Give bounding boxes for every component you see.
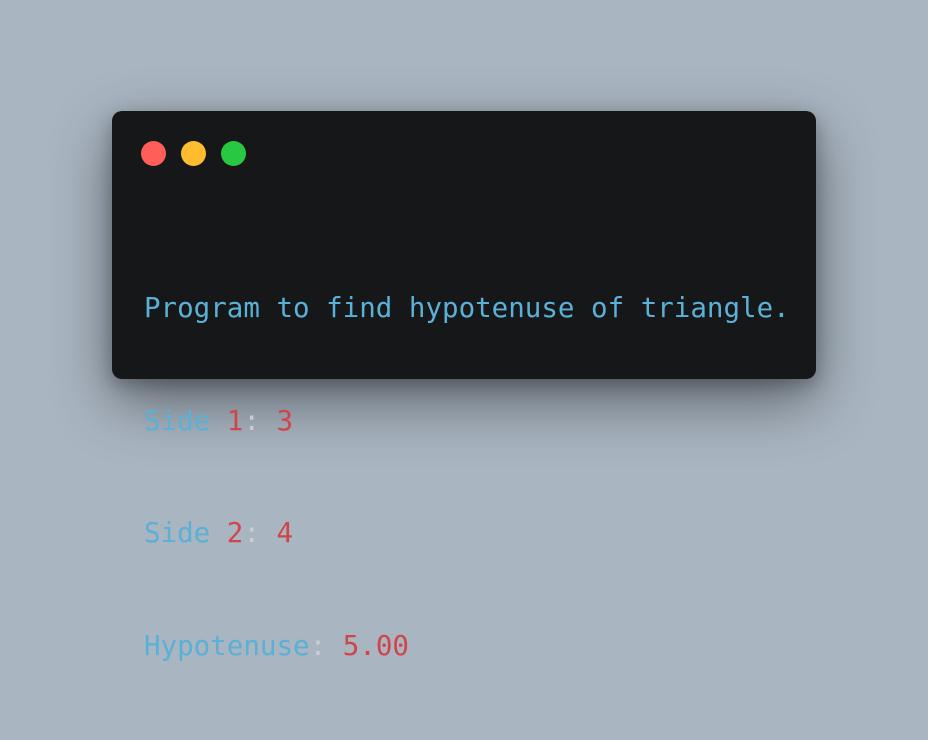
hypotenuse-label: Hypotenuse xyxy=(144,629,310,662)
minimize-button[interactable] xyxy=(181,141,206,166)
side-label: Side xyxy=(144,404,227,437)
side-label: Side xyxy=(144,517,227,549)
output-line-side-1: Side 1: 3 xyxy=(144,403,790,441)
separator: : xyxy=(243,517,277,549)
terminal-output: Program to find hypotenuse of triangle. … xyxy=(144,215,790,740)
output-line-hypotenuse: Hypotenuse: 5.00 xyxy=(144,628,790,666)
separator: : xyxy=(243,404,277,437)
side-index: 2 xyxy=(226,517,244,549)
window-controls xyxy=(141,141,246,166)
title-text: Program to find hypotenuse of triangle. xyxy=(144,292,790,324)
close-button[interactable] xyxy=(141,141,166,166)
terminal-window: Program to find hypotenuse of triangle. … xyxy=(112,111,816,662)
side-value: 4 xyxy=(276,517,294,549)
side-value: 3 xyxy=(276,404,294,437)
zoom-button[interactable] xyxy=(221,141,246,166)
hypotenuse-value: 5.00 xyxy=(342,629,409,662)
output-line-side-2: Side 2: 4 xyxy=(144,515,790,553)
side-index: 1 xyxy=(226,404,244,437)
separator: : xyxy=(309,629,343,662)
output-line-title: Program to find hypotenuse of triangle. xyxy=(144,290,790,328)
